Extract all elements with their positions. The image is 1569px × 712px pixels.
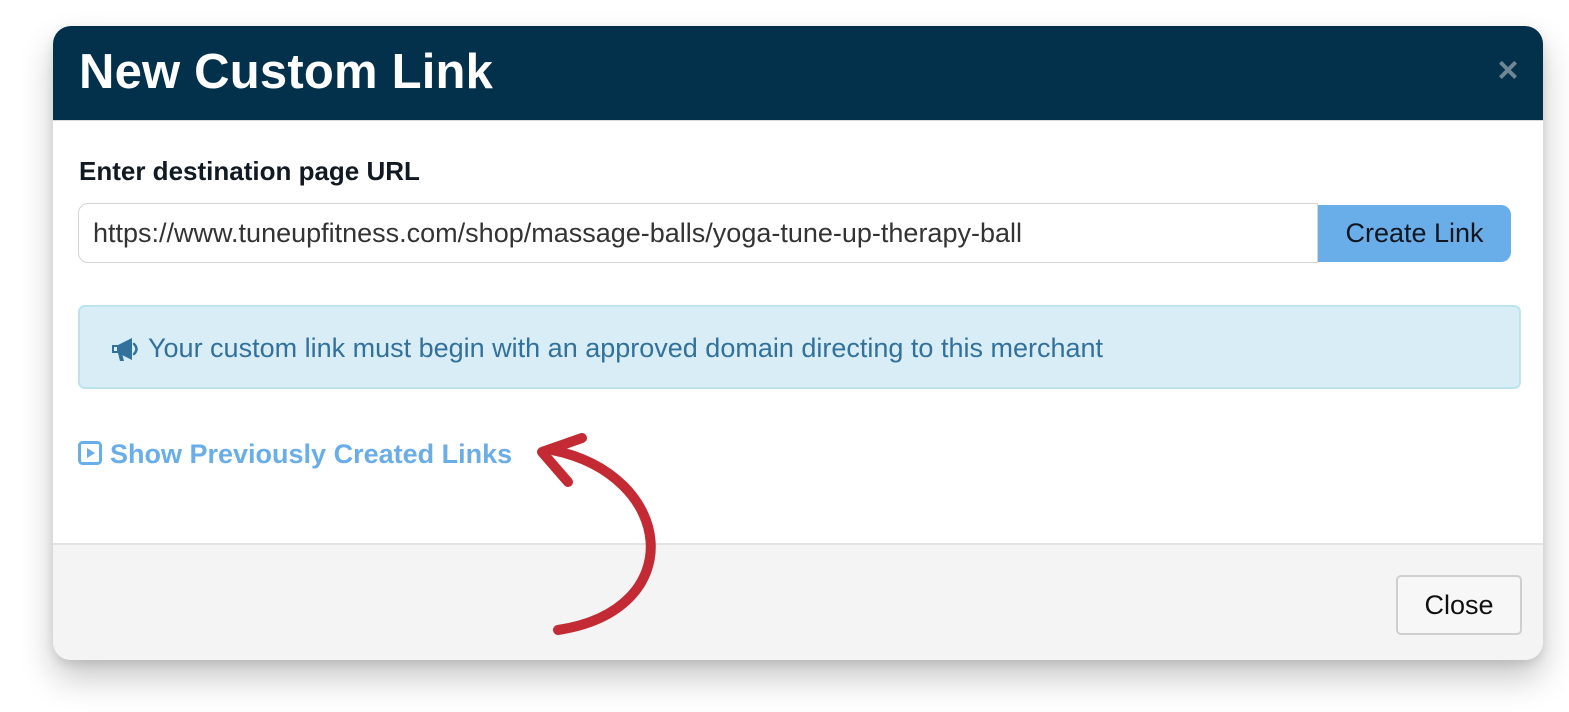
close-x-icon[interactable]: × <box>1493 52 1523 88</box>
play-square-icon <box>78 441 102 465</box>
show-previous-links-label: Show Previously Created Links <box>110 439 513 469</box>
megaphone-icon <box>112 338 138 361</box>
dialog-title: New Custom Link <box>79 45 494 99</box>
screenshot-stage: New Custom Link × Enter destination page… <box>0 0 1569 712</box>
dialog-footer: Close <box>53 543 1543 660</box>
notice-text: Your custom link must begin with an appr… <box>148 333 1104 363</box>
url-field-label: Enter destination page URL <box>79 156 420 186</box>
custom-link-dialog: New Custom Link × Enter destination page… <box>53 26 1543 660</box>
dialog-header: New Custom Link × <box>53 26 1543 121</box>
create-link-button[interactable]: Create Link <box>1318 205 1511 262</box>
approved-domain-notice: Your custom link must begin with an appr… <box>78 305 1521 389</box>
close-button[interactable]: Close <box>1396 575 1522 635</box>
dialog-body: Enter destination page URL Create Link Y… <box>53 121 1543 543</box>
destination-url-input[interactable] <box>78 203 1318 263</box>
url-input-group: Create Link <box>78 203 1512 263</box>
